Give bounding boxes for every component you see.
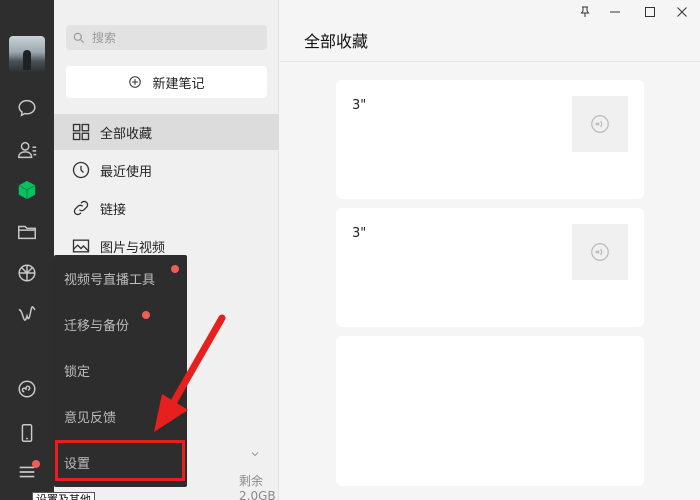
- contacts-icon[interactable]: [15, 138, 39, 162]
- card-text: 3": [352, 226, 367, 241]
- menu-item-label: 视频号直播工具: [64, 272, 156, 288]
- pin-button[interactable]: [575, 4, 595, 20]
- favorites-content: 全部收藏 3" 3": [280, 0, 700, 500]
- grid-icon: [72, 123, 90, 141]
- menu-item-label: 意见反馈: [64, 410, 117, 426]
- card-thumbnail: [572, 96, 628, 152]
- clock-icon: [72, 161, 90, 179]
- storage-remaining: 剩余2.0GB: [239, 474, 276, 500]
- menu-badge: [32, 460, 40, 468]
- avatar[interactable]: [9, 36, 45, 72]
- folder-icon[interactable]: [15, 220, 39, 244]
- menu-item-live-tool[interactable]: 视频号直播工具: [54, 255, 187, 301]
- settings-highlight-box: [55, 440, 185, 481]
- image-icon: [72, 239, 90, 253]
- nav-label: 最近使用: [100, 164, 153, 180]
- maximize-icon: [645, 7, 655, 17]
- voice-icon: [591, 115, 609, 133]
- chat-icon[interactable]: [15, 96, 39, 120]
- maximize-button[interactable]: [640, 4, 660, 20]
- nav-label: 链接: [100, 202, 127, 218]
- plus-circle-icon: [129, 76, 142, 88]
- favorites-cube-icon[interactable]: [15, 178, 39, 202]
- close-button[interactable]: [672, 4, 692, 20]
- live-tool-badge: [171, 265, 179, 273]
- nav-item-links[interactable]: 链接: [54, 190, 279, 226]
- favorite-card[interactable]: 3": [336, 80, 644, 199]
- card-text: 3": [352, 98, 367, 113]
- chevron-down-icon[interactable]: [249, 448, 261, 460]
- new-note-button[interactable]: 新建笔记: [66, 66, 267, 98]
- minimize-button[interactable]: [605, 4, 625, 20]
- nav-label: 全部收藏: [100, 126, 153, 142]
- pin-icon: [580, 6, 590, 17]
- miniprogram-icon[interactable]: [15, 377, 39, 401]
- favorite-card[interactable]: [336, 336, 644, 486]
- minimize-icon: [610, 11, 620, 13]
- title-bar: 全部收藏: [280, 0, 700, 62]
- link-icon: [73, 200, 89, 216]
- search-placeholder: 搜索: [92, 31, 117, 45]
- voice-icon: [591, 243, 609, 261]
- annotation-arrow: [154, 314, 226, 432]
- nav-label: 图片与视频: [100, 240, 166, 256]
- menu-item-label: 迁移与备份: [64, 318, 130, 334]
- nav-item-recent[interactable]: 最近使用: [54, 152, 279, 188]
- tooltip: 设置及其他: [32, 492, 95, 500]
- new-note-label: 新建笔记: [152, 76, 205, 92]
- menu-item-label: 锁定: [64, 364, 91, 380]
- page-title: 全部收藏: [304, 32, 369, 51]
- search-input[interactable]: 搜索: [66, 25, 267, 50]
- sidebar-rail: [0, 0, 54, 500]
- moments-icon[interactable]: [15, 261, 39, 285]
- nav-item-all-favorites[interactable]: 全部收藏: [54, 114, 279, 150]
- favorite-card[interactable]: 3": [336, 208, 644, 327]
- channels-icon[interactable]: [15, 304, 39, 328]
- phone-icon[interactable]: [15, 421, 39, 445]
- card-thumbnail: [572, 224, 628, 280]
- close-icon: [677, 7, 687, 17]
- search-icon: [73, 32, 85, 43]
